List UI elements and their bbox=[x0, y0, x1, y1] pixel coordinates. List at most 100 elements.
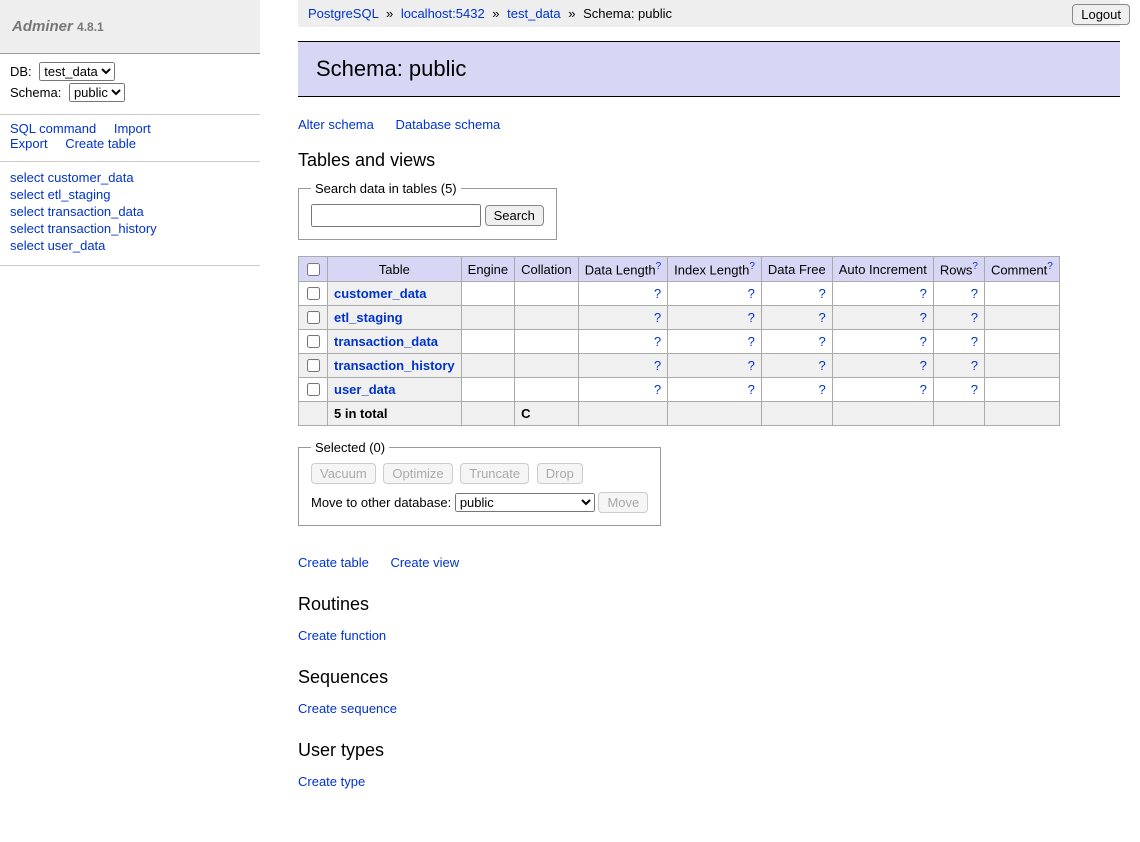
table-row: customer_data????? bbox=[299, 282, 1060, 306]
routines-heading: Routines bbox=[298, 594, 1120, 615]
table-row: etl_staging????? bbox=[299, 306, 1060, 330]
create-function-link[interactable]: Create function bbox=[298, 628, 386, 643]
row-checkbox[interactable] bbox=[307, 287, 320, 300]
data-length-link[interactable]: ? bbox=[654, 382, 661, 397]
export-link[interactable]: Export bbox=[10, 136, 48, 151]
data-free-link[interactable]: ? bbox=[818, 382, 825, 397]
create-sequence-link[interactable]: Create sequence bbox=[298, 701, 397, 716]
rows-link[interactable]: ? bbox=[971, 310, 978, 325]
db-select[interactable]: test_data bbox=[39, 62, 115, 81]
index-length-link[interactable]: ? bbox=[748, 382, 755, 397]
truncate-button[interactable] bbox=[460, 463, 529, 484]
database-schema-link[interactable]: Database schema bbox=[396, 117, 501, 132]
data-free-link[interactable]: ? bbox=[818, 334, 825, 349]
logout-button[interactable]: Logout bbox=[1072, 4, 1130, 25]
sql-command-link[interactable]: SQL command bbox=[10, 121, 96, 136]
create-view-link[interactable]: Create view bbox=[390, 555, 459, 570]
rows-link[interactable]: ? bbox=[971, 334, 978, 349]
breadcrumb-database[interactable]: test_data bbox=[507, 6, 561, 21]
col-comment[interactable]: Comment? bbox=[984, 257, 1059, 282]
breadcrumb-current: Schema: public bbox=[583, 6, 672, 21]
tables-table: Table Engine Collation Data Length? Inde… bbox=[298, 256, 1060, 426]
col-auto-increment[interactable]: Auto Increment bbox=[832, 257, 933, 282]
breadcrumb-driver[interactable]: PostgreSQL bbox=[308, 6, 378, 21]
footer-collation: C bbox=[515, 402, 579, 426]
sidebar-table-link[interactable]: select transaction_data bbox=[10, 204, 250, 219]
col-index-length[interactable]: Index Length? bbox=[668, 257, 762, 282]
table-name-link[interactable]: user_data bbox=[334, 382, 395, 397]
sidebar-table-link[interactable]: select etl_staging bbox=[10, 187, 250, 202]
optimize-button[interactable] bbox=[383, 463, 452, 484]
vacuum-button[interactable] bbox=[311, 463, 376, 484]
breadcrumb-server[interactable]: localhost:5432 bbox=[401, 6, 485, 21]
index-length-link[interactable]: ? bbox=[748, 334, 755, 349]
table-row: transaction_data????? bbox=[299, 330, 1060, 354]
breadcrumb: PostgreSQL » localhost:5432 » test_data … bbox=[298, 0, 1120, 27]
auto-increment-link[interactable]: ? bbox=[920, 310, 927, 325]
row-checkbox[interactable] bbox=[307, 359, 320, 372]
index-length-link[interactable]: ? bbox=[748, 358, 755, 373]
table-name-link[interactable]: transaction_data bbox=[334, 334, 438, 349]
search-fieldset: Search data in tables (5) bbox=[298, 181, 557, 240]
data-length-link[interactable]: ? bbox=[654, 310, 661, 325]
sidebar-table-link[interactable]: select transaction_history bbox=[10, 221, 250, 236]
rows-link[interactable]: ? bbox=[971, 382, 978, 397]
row-checkbox[interactable] bbox=[307, 311, 320, 324]
row-checkbox[interactable] bbox=[307, 335, 320, 348]
search-input[interactable] bbox=[311, 204, 481, 227]
brand: Adminer 4.8.1 bbox=[0, 0, 260, 54]
selected-fieldset: Selected (0) Move to other database: pub… bbox=[298, 440, 661, 526]
tables-heading: Tables and views bbox=[298, 150, 1120, 171]
rows-link[interactable]: ? bbox=[971, 286, 978, 301]
data-free-link[interactable]: ? bbox=[818, 358, 825, 373]
row-checkbox[interactable] bbox=[307, 383, 320, 396]
brand-name: Adminer bbox=[12, 18, 73, 35]
auto-increment-link[interactable]: ? bbox=[920, 358, 927, 373]
index-length-link[interactable]: ? bbox=[748, 286, 755, 301]
create-type-link[interactable]: Create type bbox=[298, 774, 365, 789]
db-label: DB: bbox=[10, 64, 32, 79]
data-free-link[interactable]: ? bbox=[818, 310, 825, 325]
table-name-link[interactable]: etl_staging bbox=[334, 310, 403, 325]
sidebar: Adminer 4.8.1 DB: test_data Schema: publ… bbox=[0, 0, 260, 266]
schema-label: Schema: bbox=[10, 85, 61, 100]
create-table-sidebar-link[interactable]: Create table bbox=[65, 136, 136, 151]
col-engine[interactable]: Engine bbox=[461, 257, 514, 282]
data-length-link[interactable]: ? bbox=[654, 286, 661, 301]
table-row: user_data????? bbox=[299, 378, 1060, 402]
data-length-link[interactable]: ? bbox=[654, 358, 661, 373]
col-table[interactable]: Table bbox=[328, 257, 462, 282]
sidebar-table-link[interactable]: select customer_data bbox=[10, 170, 250, 185]
data-free-link[interactable]: ? bbox=[818, 286, 825, 301]
import-link[interactable]: Import bbox=[114, 121, 151, 136]
search-legend: Search data in tables (5) bbox=[311, 181, 461, 196]
brand-version: 4.8.1 bbox=[77, 20, 104, 34]
select-all-checkbox[interactable] bbox=[307, 263, 320, 276]
data-length-link[interactable]: ? bbox=[654, 334, 661, 349]
table-name-link[interactable]: customer_data bbox=[334, 286, 426, 301]
drop-button[interactable] bbox=[537, 463, 583, 484]
schema-select[interactable]: public bbox=[69, 83, 125, 102]
auto-increment-link[interactable]: ? bbox=[920, 382, 927, 397]
page-title: Schema: public bbox=[298, 41, 1120, 97]
move-target-select[interactable]: public bbox=[455, 493, 595, 512]
sidebar-tables: select customer_data select etl_staging … bbox=[0, 162, 260, 266]
move-button[interactable] bbox=[598, 492, 648, 513]
rows-link[interactable]: ? bbox=[971, 358, 978, 373]
index-length-link[interactable]: ? bbox=[748, 310, 755, 325]
user-types-heading: User types bbox=[298, 740, 1120, 761]
search-button[interactable] bbox=[485, 205, 544, 226]
col-collation[interactable]: Collation bbox=[515, 257, 579, 282]
col-data-free[interactable]: Data Free bbox=[761, 257, 832, 282]
sidebar-table-link[interactable]: select user_data bbox=[10, 238, 250, 253]
auto-increment-link[interactable]: ? bbox=[920, 286, 927, 301]
table-name-link[interactable]: transaction_history bbox=[334, 358, 455, 373]
col-data-length[interactable]: Data Length? bbox=[578, 257, 667, 282]
selected-legend: Selected (0) bbox=[311, 440, 389, 455]
alter-schema-link[interactable]: Alter schema bbox=[298, 117, 374, 132]
move-label: Move to other database: bbox=[311, 495, 451, 510]
create-table-link[interactable]: Create table bbox=[298, 555, 369, 570]
col-rows[interactable]: Rows? bbox=[933, 257, 984, 282]
sequences-heading: Sequences bbox=[298, 667, 1120, 688]
auto-increment-link[interactable]: ? bbox=[920, 334, 927, 349]
